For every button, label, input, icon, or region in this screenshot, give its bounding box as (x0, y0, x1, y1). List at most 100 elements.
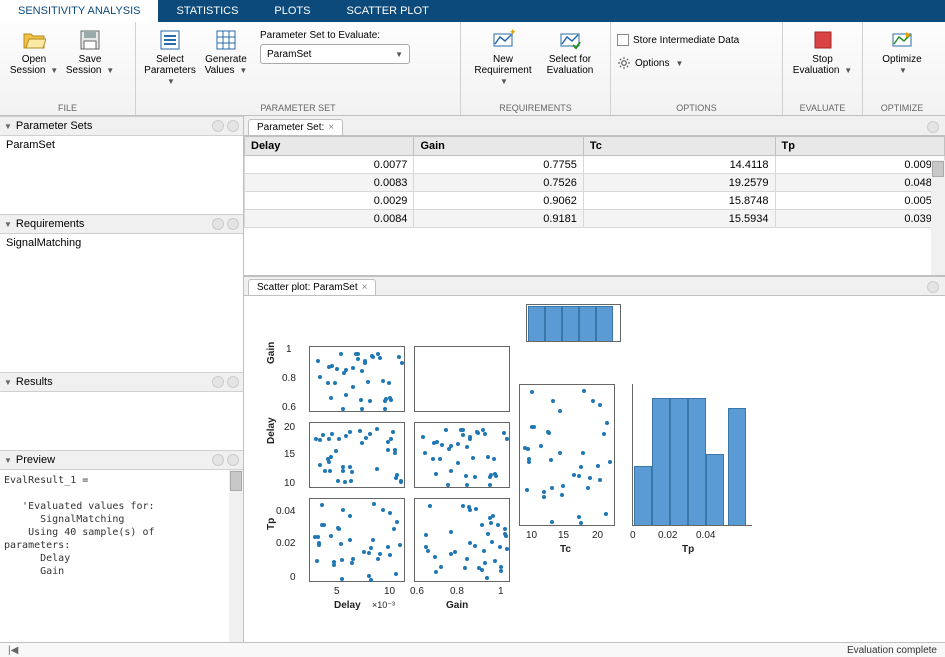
group-label-file: FILE (0, 103, 135, 115)
tab-sensitivity-analysis[interactable]: SENSITIVITY ANALYSIS (0, 0, 158, 22)
scatter-plot-area[interactable]: Gain 1 0.8 0.6 Delay 20 15 10 (244, 296, 945, 642)
parameter-table-wrap: DelayGainTcTp 0.00770.775514.41180.00980… (244, 136, 945, 276)
table-row[interactable]: 0.00840.918115.59340.0390 (245, 210, 945, 228)
doc-actions-button[interactable] (927, 121, 939, 133)
scrollbar-thumb[interactable] (230, 471, 242, 491)
optimize-label: Optimize▼ (882, 54, 921, 76)
table-header[interactable]: Tc (583, 137, 775, 156)
table-cell: 0.9181 (414, 210, 583, 228)
folder-open-icon (22, 28, 46, 52)
tc-histogram (526, 304, 621, 342)
group-label-optimize: OPTIMIZE (863, 103, 941, 115)
group-parameter-set: Select Parameters ▼ Generate Values ▼ Pa… (136, 22, 461, 115)
left-pane: ▼ Parameter Sets ParamSet ▼ Requirements… (0, 116, 244, 642)
collapse-icon[interactable]: ▼ (4, 378, 12, 387)
table-header[interactable]: Delay (245, 137, 414, 156)
panel-title: Preview (16, 454, 209, 466)
table-header[interactable]: Gain (414, 137, 583, 156)
toolstrip: Open Session ▼ Save Session ▼ FILE Selec… (0, 22, 945, 116)
tab-statistics[interactable]: STATISTICS (158, 0, 256, 22)
group-label-parameter-set: PARAMETER SET (136, 103, 460, 115)
tick-label: 5 (334, 586, 340, 597)
doc-tab-scatter[interactable]: Scatter plot: ParamSet × (248, 279, 376, 295)
scrollbar-thumb[interactable] (932, 161, 944, 177)
table-cell: 14.4118 (583, 156, 775, 174)
doc-tab-parameter-set[interactable]: Parameter Set: × (248, 119, 343, 135)
param-set-combo-value: ParamSet (267, 49, 311, 60)
scatter-vs-tc (519, 384, 615, 526)
table-row[interactable]: 0.00830.752619.25790.0483 (245, 174, 945, 192)
close-icon[interactable]: × (362, 282, 368, 293)
tab-plots[interactable]: PLOTS (256, 0, 328, 22)
grid-icon (214, 28, 238, 52)
panel-menu-button[interactable] (212, 218, 224, 230)
group-label-requirements: REQUIREMENTS (461, 103, 610, 115)
stop-evaluation-label: Stop Evaluation ▼ (793, 54, 852, 76)
tick-label: 0.02 (276, 538, 295, 549)
panel-header-results: ▼ Results (0, 372, 243, 392)
param-set-combo[interactable]: ParamSet ▼ (260, 44, 410, 64)
select-for-evaluation-button[interactable]: Select for Evaluation (539, 26, 601, 78)
panel-menu-button[interactable] (212, 120, 224, 132)
tick-label: 0 (630, 530, 636, 541)
tab-scatter-plot[interactable]: SCATTER PLOT (329, 0, 447, 22)
status-text: Evaluation complete (847, 645, 937, 656)
list-icon (158, 28, 182, 52)
open-session-button[interactable]: Open Session ▼ (6, 26, 62, 78)
new-requirement-button[interactable]: ✦ New Requirement ▼ (467, 26, 539, 89)
collapse-icon[interactable]: ▼ (4, 122, 12, 131)
panel-minimize-button[interactable] (227, 218, 239, 230)
optimize-icon (890, 28, 914, 52)
table-cell: 0.0483 (775, 174, 944, 192)
status-bar: |◀ Evaluation complete (0, 642, 945, 657)
close-icon[interactable]: × (328, 122, 334, 133)
doc-actions-button[interactable] (927, 281, 939, 293)
optimize-button[interactable]: Optimize▼ (869, 26, 935, 78)
panel-minimize-button[interactable] (227, 454, 239, 466)
stop-evaluation-button[interactable]: Stop Evaluation ▼ (789, 26, 856, 78)
table-header[interactable]: Tp (775, 137, 944, 156)
content-area: ▼ Parameter Sets ParamSet ▼ Requirements… (0, 116, 945, 642)
table-scrollbar[interactable] (931, 160, 945, 275)
generate-values-button[interactable]: Generate Values ▼ (198, 26, 254, 78)
store-intermediate-checkbox[interactable]: Store Intermediate Data (617, 32, 739, 48)
table-cell: 0.0098 (775, 156, 944, 174)
list-item[interactable]: ParamSet (0, 136, 243, 154)
preview-body: EvalResult_1 = 'Evaluated values for: Si… (0, 470, 243, 642)
scatter-tp-vs-delay (309, 498, 405, 582)
tick-label: 0.8 (282, 373, 296, 384)
options-button[interactable]: Options ▼ (617, 54, 683, 72)
panel-header-requirements: ▼ Requirements (0, 214, 243, 234)
tick-label: 10 (526, 530, 537, 541)
tick-label: 0.8 (450, 586, 464, 597)
panel-minimize-button[interactable] (227, 120, 239, 132)
panel-minimize-button[interactable] (227, 376, 239, 388)
group-evaluate: Stop Evaluation ▼ EVALUATE (783, 22, 863, 115)
tick-label: 0.6 (282, 402, 296, 413)
nav-back-icon[interactable]: |◀ (8, 645, 18, 656)
collapse-icon[interactable]: ▼ (4, 456, 12, 465)
select-parameters-button[interactable]: Select Parameters ▼ (142, 26, 198, 89)
panel-header-preview: ▼ Preview (0, 450, 243, 470)
table-row[interactable]: 0.00290.906215.87480.0052 (245, 192, 945, 210)
results-list (0, 392, 243, 450)
checkbox-icon (617, 34, 629, 46)
param-eval-label: Parameter Set to Evaluate: (260, 30, 410, 41)
collapse-icon[interactable]: ▼ (4, 220, 12, 229)
axis-label-gain: Gain (266, 342, 277, 364)
list-item[interactable]: SignalMatching (0, 234, 243, 252)
chevron-down-icon: ▼ (675, 59, 683, 68)
table-cell: 0.0029 (245, 192, 414, 210)
table-row[interactable]: 0.00770.775514.41180.0098 (245, 156, 945, 174)
save-session-button[interactable]: Save Session ▼ (62, 26, 118, 78)
axis-label-delay-x: Delay (334, 600, 361, 611)
doc-tab-label: Parameter Set: (257, 122, 324, 133)
axis-label-gain-x: Gain (446, 600, 468, 611)
axis-label-tp: Tp (266, 518, 277, 530)
preview-text: EvalResult_1 = 'Evaluated values for: Si… (0, 470, 243, 582)
panel-menu-button[interactable] (212, 454, 224, 466)
scatter-delay-vs-gain (414, 422, 510, 488)
panel-menu-button[interactable] (212, 376, 224, 388)
group-label-options: OPTIONS (611, 103, 782, 115)
right-pane: Parameter Set: × DelayGainTcTp 0.00770.7… (244, 116, 945, 642)
